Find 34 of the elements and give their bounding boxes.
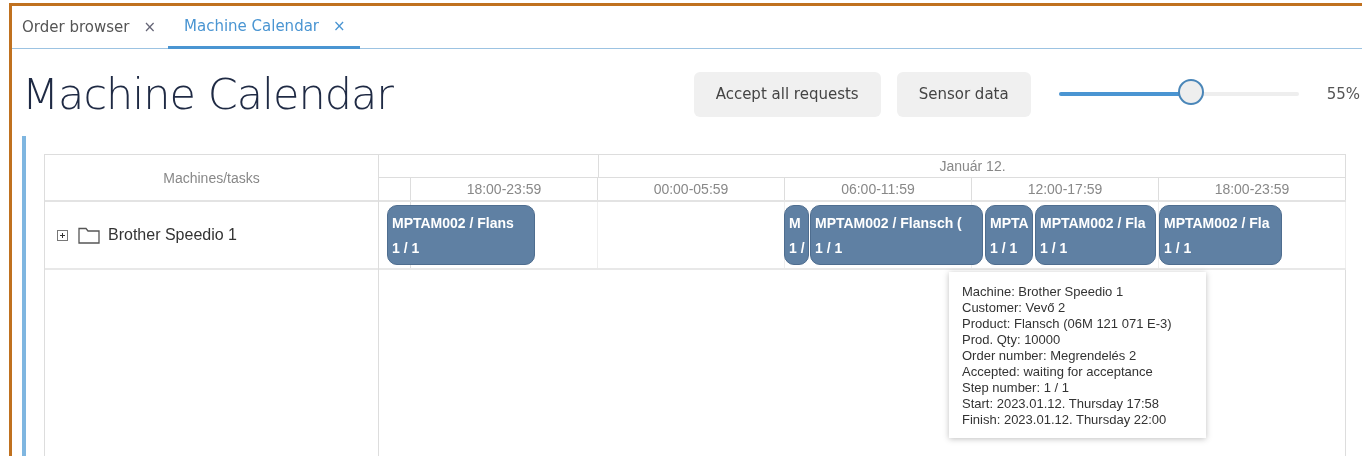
tooltip-line: Order number: Megrendelés 2 [962,348,1138,364]
time-slot-header: 18:00-23:59 [1213,180,1291,199]
tooltip-line: Prod. Qty: 10000 [962,332,1062,348]
tooltip-line: Start: 2023.01.12. Thursday 17:58 [962,396,1161,412]
date-header: Január 12. [938,157,1007,176]
task-bar[interactable]: MPTAM002 / Flansch ( 1 / 1 [810,205,983,265]
tab[interactable]: Machine Calendar × [168,6,360,49]
page-title: Machine Calendar [22,69,394,119]
expand-icon[interactable] [57,229,68,241]
tab[interactable]: Order browser × [12,6,168,48]
tooltip-line: Customer: Vevő 2 [962,300,1067,316]
time-slot-header: 18:00-23:59 [411,178,598,200]
tooltip-line: Finish: 2023.01.12. Thursday 22:00 [962,412,1168,428]
action-button[interactable]: Sensor data [896,71,1031,117]
tooltip-line: Product: Flansch (06M 121 071 E-3) [962,316,1173,332]
time-slot-header: 12:00-17:59 [972,178,1159,200]
tooltip-line: Machine: Brother Speedio 1 [962,284,1125,300]
time-slot-header: 00:00-05:59 [598,178,785,200]
action-button[interactable]: Accept all requests [693,71,881,117]
zoom-reading: 55% [1326,85,1360,103]
task-bar[interactable]: MPTAM002 / Flans 1 / 1 [387,205,535,265]
folder-icon [78,226,100,244]
task-bar[interactable]: MPTA 1 / 1 [985,205,1033,265]
close-icon[interactable]: × [333,17,346,35]
slider-thumb[interactable] [1177,79,1204,105]
task-bar[interactable]: MPTAM002 / Fla 1 / 1 [1159,205,1282,265]
task-bar[interactable]: MPTAM002 / Fla 1 / 1 [1035,205,1156,265]
tooltip-line: Step number: 1 / 1 [962,380,1070,396]
task-bar[interactable]: M 1 / [784,205,809,265]
tooltip-line: Accepted: waiting for acceptance [962,364,1154,380]
time-slot-header: 06:00-11:59 [785,178,972,200]
machine-name: Brother Speedio 1 [108,226,237,244]
close-icon[interactable]: × [143,18,156,36]
column-header: Machines/tasks [45,155,378,202]
